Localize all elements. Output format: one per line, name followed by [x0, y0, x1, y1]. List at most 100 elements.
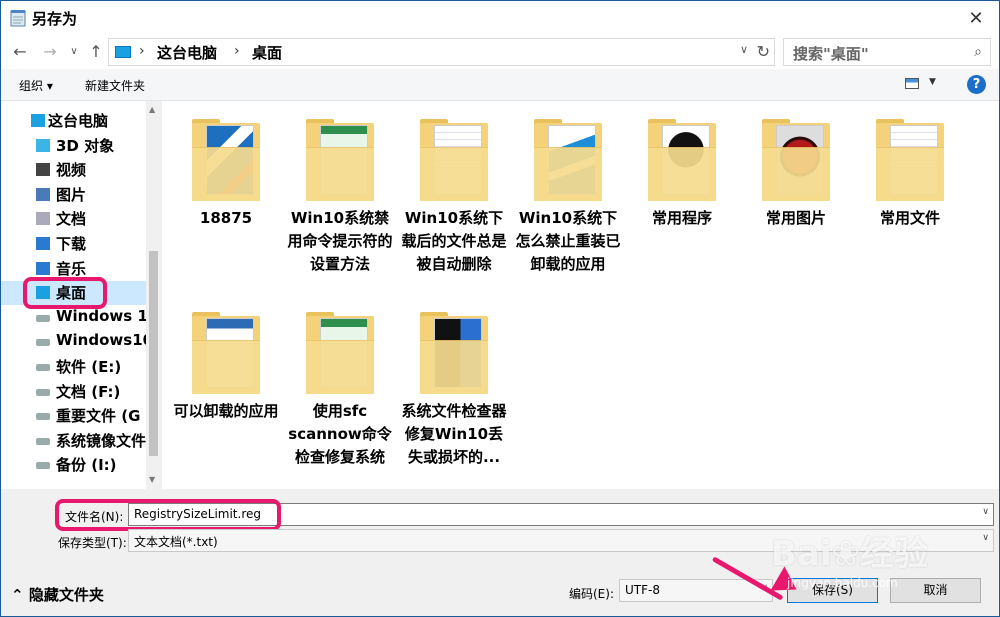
nav-item-label: 音乐	[56, 259, 87, 278]
file-list: 18875 Win10系统禁用命令提示符的设置方法 Win10系统下载后的文件总是被…	[162, 101, 999, 489]
back-button[interactable]: ←	[9, 41, 31, 63]
up-button[interactable]: ↑	[85, 41, 107, 63]
drive-icon	[36, 314, 50, 322]
close-button[interactable]: ✕	[953, 1, 999, 35]
chevron-right-icon: ›	[234, 43, 240, 59]
save-as-dialog: 另存为 ✕ ← → ∨ ↑ › 这台电脑 › 桌面 ∨ ↻ 搜索"桌面" ⌕ 组…	[0, 0, 1000, 617]
hide-folders-toggle[interactable]: ⌃ 隐藏文件夹	[11, 584, 104, 605]
title-bar: 另存为 ✕	[1, 1, 999, 35]
pictures-icon	[36, 187, 50, 201]
folder-item[interactable]: 系统文件检查器修复Win10丢失或损坏的...	[399, 294, 509, 484]
refresh-icon[interactable]: ↻	[757, 42, 770, 61]
chevron-right-icon: ›	[139, 43, 145, 59]
nav-item-label: 重要文件 (G	[56, 407, 141, 426]
folder-item[interactable]: Win10系统禁用命令提示符的设置方法	[285, 101, 395, 291]
nav-item[interactable]: 下载	[1, 232, 146, 256]
nav-item-label: 图片	[56, 185, 87, 204]
nav-item[interactable]: Windows10	[1, 330, 146, 354]
scroll-up-icon[interactable]: ▲	[149, 105, 155, 114]
folder-label: 可以卸载的应用	[173, 402, 279, 420]
organize-menu[interactable]: 组织 ▾	[19, 77, 53, 94]
video-icon	[36, 163, 50, 177]
nav-item[interactable]: 3D 对象	[1, 134, 146, 158]
chevron-down-icon[interactable]: ▼	[929, 77, 936, 87]
search-icon: ⌕	[974, 44, 982, 60]
nav-item[interactable]: 这台电脑	[1, 109, 146, 133]
window-title: 另存为	[32, 9, 78, 28]
drive-icon	[36, 462, 50, 470]
folder-label: 常用图片	[765, 209, 826, 227]
chevron-down-icon[interactable]: ∨	[740, 43, 748, 56]
3d-objects-icon	[36, 138, 50, 152]
nav-item-label: 软件 (E:)	[56, 358, 122, 376]
view-icon[interactable]	[905, 78, 919, 89]
cancel-button[interactable]: 取消	[890, 578, 981, 603]
filetype-value: 文本文档(*.txt)	[134, 535, 218, 549]
folder-item[interactable]: Win10系统下载后的文件总是被自动删除	[399, 101, 509, 291]
new-folder-button[interactable]: 新建文件夹	[85, 77, 145, 94]
nav-item[interactable]: 重要文件 (G	[1, 404, 146, 428]
folder-label: 常用文件	[879, 209, 940, 227]
arrow-right-icon: →	[43, 42, 57, 61]
nav-item-label: 下载	[56, 235, 87, 253]
nav-item-label: 文档	[56, 210, 87, 229]
nav-item-label: 3D 对象	[56, 136, 115, 155]
recent-dropdown[interactable]: ∨	[63, 41, 85, 63]
folder-item[interactable]: Win10系统下怎么禁止重装已卸载的应用	[513, 101, 623, 291]
folder-label: 常用程序	[651, 209, 712, 227]
folder-icon	[762, 119, 830, 201]
folder-item[interactable]: 常用文件	[855, 101, 965, 291]
pc-icon	[115, 46, 131, 58]
drive-icon	[36, 364, 50, 371]
nav-item[interactable]: Windows 1	[1, 306, 146, 330]
nav-scrollbar[interactable]: ▲ ▼	[146, 101, 161, 489]
nav-item-label: 备份 (I:)	[56, 456, 117, 475]
search-input[interactable]: 搜索"桌面" ⌕	[783, 38, 991, 66]
arrow-left-icon: ←	[13, 42, 27, 61]
folder-icon	[534, 119, 602, 201]
folder-label: Win10系统禁用命令提示符的设置方法	[287, 209, 393, 273]
search-placeholder: 搜索"桌面"	[793, 45, 869, 63]
nav-item[interactable]: 备份 (I:)	[1, 453, 146, 477]
nav-item[interactable]: 文档	[1, 207, 146, 231]
music-icon	[36, 261, 50, 275]
folder-item[interactable]: 使用sfc scannow命令检查修复系统	[285, 294, 395, 484]
folder-icon	[876, 119, 944, 201]
folder-item[interactable]: 可以卸载的应用	[171, 294, 281, 484]
folder-item[interactable]: 常用程序	[627, 101, 737, 291]
scroll-down-icon[interactable]: ▼	[149, 475, 155, 484]
nav-item-label: 系统镜像文件	[56, 431, 146, 450]
close-icon: ✕	[968, 7, 984, 29]
nav-item-label: Windows 1	[56, 306, 146, 325]
filetype-label: 保存类型(T):	[58, 536, 127, 550]
folder-icon	[306, 312, 374, 394]
nav-item[interactable]: 软件 (E:)	[1, 355, 146, 379]
scroll-thumb[interactable]	[149, 251, 158, 456]
encoding-label: 编码(E):	[569, 587, 614, 601]
drive-icon	[36, 437, 50, 445]
chevron-down-icon[interactable]: ∨	[982, 533, 989, 543]
chevron-down-icon: ∨	[70, 46, 78, 57]
breadcrumb-pc[interactable]: 这台电脑	[157, 42, 217, 63]
folder-icon	[420, 312, 488, 394]
address-bar[interactable]: › 这台电脑 › 桌面 ∨ ↻	[108, 38, 775, 66]
folder-item[interactable]: 18875	[171, 101, 281, 291]
nav-item[interactable]: 系统镜像文件	[1, 429, 146, 453]
highlight-filename-annotation	[55, 499, 281, 531]
nav-item[interactable]: 图片	[1, 183, 146, 207]
chevron-up-icon: ⌃	[11, 586, 24, 604]
help-icon[interactable]: ?	[967, 75, 986, 94]
chevron-down-icon[interactable]: ∨	[982, 507, 989, 517]
folder-label: Win10系统下载后的文件总是被自动删除	[401, 209, 507, 273]
nav-item-label: Windows10	[56, 331, 146, 350]
folder-icon	[192, 119, 260, 201]
nav-item[interactable]: 视频	[1, 158, 146, 182]
breadcrumb-desktop[interactable]: 桌面	[252, 42, 282, 63]
baidu-watermark-url: jingyan.baidu.com	[787, 576, 898, 590]
address-row: ← → ∨ ↑ › 这台电脑 › 桌面 ∨ ↻ 搜索"桌面" ⌕	[1, 35, 999, 69]
nav-item[interactable]: 文档 (F:)	[1, 380, 146, 404]
forward-button[interactable]: →	[39, 41, 61, 63]
folder-icon	[192, 312, 260, 394]
folder-item[interactable]: 常用图片	[741, 101, 851, 291]
drive-icon	[36, 413, 50, 421]
